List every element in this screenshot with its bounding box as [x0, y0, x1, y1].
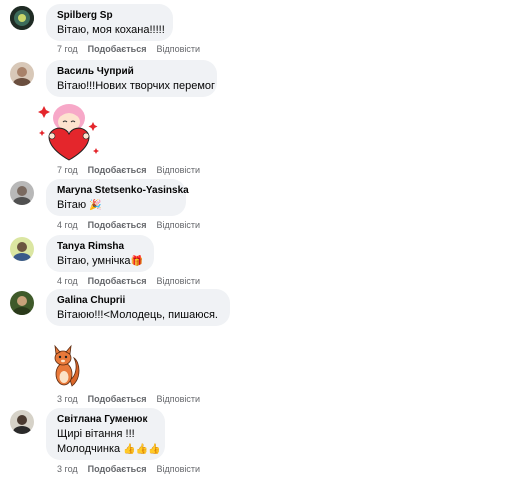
comment-author[interactable]: Maryna Stetsenko-Yasinska: [57, 184, 189, 197]
reply-button[interactable]: Відповісти: [156, 165, 200, 175]
avatar-image-icon: [10, 291, 34, 315]
comment-actions: 3 год Подобається Відповісти: [57, 394, 210, 404]
thumbs-up-icon: 👍👍👍: [123, 444, 161, 455]
comment-time[interactable]: 3 год: [57, 464, 78, 474]
like-button[interactable]: Подобається: [88, 44, 147, 54]
avatar-image-icon: [10, 181, 34, 205]
comment-bubble: Василь Чуприй Вітаю!!!Нових творчих пере…: [46, 60, 217, 97]
like-button[interactable]: Подобається: [88, 276, 147, 286]
girl-heart-sticker[interactable]: [38, 100, 100, 167]
comment-text: Вітаю, моя кохана!!!!!: [57, 24, 165, 36]
comment-author[interactable]: Tanya Rimsha: [57, 240, 144, 253]
comment-text-line: Молодчинка 👍👍👍: [57, 443, 161, 455]
comment-bubble: Maryna Stetsenko-Yasinska Вітаю 🎉: [46, 179, 189, 216]
like-button[interactable]: Подобається: [88, 165, 147, 175]
comment-bubble: Spilberg Sp Вітаю, моя кохана!!!!!: [46, 4, 173, 41]
comment-text: Вітаю 🎉: [57, 199, 102, 211]
comment-actions: 4 год Подобається Відповісти: [57, 220, 210, 230]
comment-time[interactable]: 4 год: [57, 220, 78, 230]
avatar[interactable]: [10, 410, 34, 434]
avatar[interactable]: [10, 6, 34, 30]
avatar-image-icon: [10, 237, 34, 261]
comment-bubble: Світлана Гуменюк Щирі вітання !!! Молодч…: [46, 408, 165, 460]
comment-actions: 3 год Подобається Відповісти: [57, 464, 210, 474]
comment-text-line: Щирі вітання !!!: [57, 428, 135, 440]
gift-icon: 🎁: [130, 256, 143, 267]
like-button[interactable]: Подобається: [88, 220, 147, 230]
avatar[interactable]: [10, 62, 34, 86]
avatar[interactable]: [10, 291, 34, 315]
like-button[interactable]: Подобається: [88, 464, 147, 474]
reply-button[interactable]: Відповісти: [156, 394, 200, 404]
avatar[interactable]: [10, 237, 34, 261]
comment-actions: 7 год Подобається Відповісти: [57, 44, 210, 54]
avatar-image-icon: [10, 410, 34, 434]
comment-text: Вітаюю!!!<Молодець, пишаюся.: [57, 309, 218, 321]
squirrel-sticker-icon: [54, 344, 80, 387]
comment-actions: 7 год Подобається Відповісти: [57, 165, 210, 175]
comment-text: Щирі вітання !!! Молодчинка 👍👍👍: [57, 427, 161, 457]
comment-bubble: Galina Chuprii Вітаюю!!!<Молодець, пишаю…: [46, 289, 230, 326]
comment-time[interactable]: 3 год: [57, 394, 78, 404]
avatar-image-icon: [10, 62, 34, 86]
avatar-image-icon: [10, 6, 34, 30]
reply-button[interactable]: Відповісти: [156, 220, 200, 230]
reply-button[interactable]: Відповісти: [156, 44, 200, 54]
comment-time[interactable]: 4 год: [57, 276, 78, 286]
squirrel-sticker[interactable]: [50, 344, 82, 393]
reply-button[interactable]: Відповісти: [156, 464, 200, 474]
comment-text: Вітаю!!!Нових творчих перемог: [57, 80, 216, 92]
comment-author[interactable]: Василь Чуприй: [57, 65, 207, 78]
comment-author[interactable]: Світлана Гуменюк: [57, 413, 155, 426]
comment-time[interactable]: 7 год: [57, 44, 78, 54]
comment-time[interactable]: 7 год: [57, 165, 78, 175]
like-button[interactable]: Подобається: [88, 394, 147, 404]
comment-bubble: Tanya Rimsha Вітаю, умнічка🎁: [46, 235, 154, 272]
comment-author[interactable]: Galina Chuprii: [57, 294, 220, 307]
party-popper-icon: 🎉: [89, 200, 102, 211]
reply-button[interactable]: Відповісти: [156, 276, 200, 286]
comment-actions: 4 год Подобається Відповісти: [57, 276, 210, 286]
girl-heart-sticker-icon: [38, 104, 99, 161]
avatar[interactable]: [10, 181, 34, 205]
comment-author[interactable]: Spilberg Sp: [57, 9, 163, 22]
comment-text: Вітаю, умнічка🎁: [57, 255, 143, 267]
